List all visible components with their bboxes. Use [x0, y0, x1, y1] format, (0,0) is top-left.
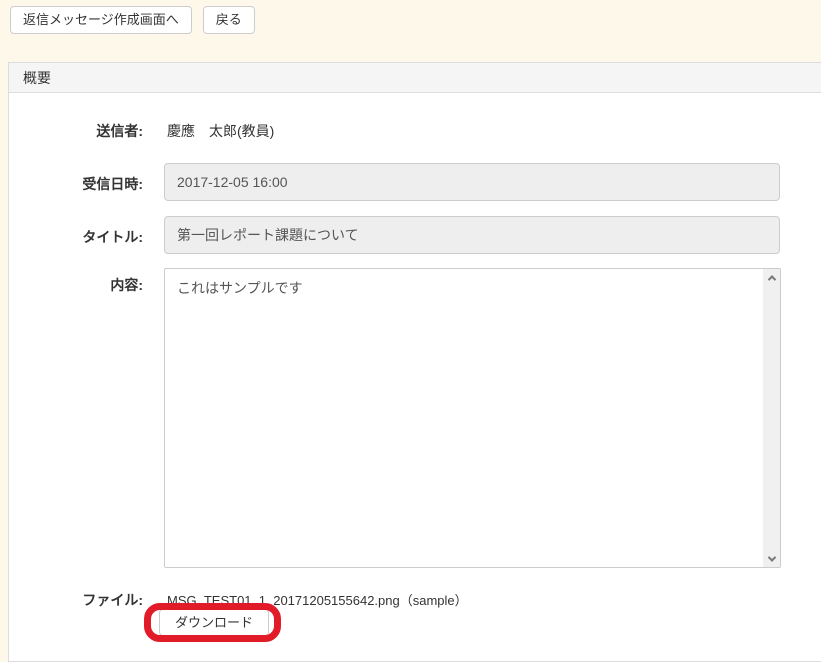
title-label: タイトル:: [11, 227, 143, 247]
scroll-up-icon[interactable]: [763, 269, 780, 286]
toolbar: 返信メッセージ作成画面へ 戻る: [10, 6, 255, 34]
panel-header: 概要: [9, 63, 821, 93]
content-text: これはサンプルです: [177, 278, 756, 298]
title-field[interactable]: [164, 216, 780, 254]
content-textarea[interactable]: これはサンプルです: [164, 268, 781, 568]
reply-message-button[interactable]: 返信メッセージ作成画面へ: [10, 6, 192, 34]
back-button[interactable]: 戻る: [203, 6, 255, 34]
panel-title: 概要: [23, 70, 51, 86]
textarea-scrollbar[interactable]: [763, 269, 780, 567]
received-datetime-label: 受信日時:: [11, 174, 143, 194]
download-button[interactable]: ダウンロード: [159, 609, 269, 636]
summary-panel: 概要 送信者: 慶應 太郎(教員) 受信日時: タイトル: 内容: これはサンプ…: [8, 62, 821, 662]
scroll-down-icon[interactable]: [763, 550, 780, 567]
file-label: ファイル:: [11, 590, 143, 610]
attachment-file-name: MSG_TEST01_1_20171205155642.png（sample）: [167, 590, 468, 609]
sender-label: 送信者:: [11, 121, 143, 141]
sender-value: 慶應 太郎(教員): [167, 121, 274, 141]
content-label: 内容:: [11, 275, 143, 295]
received-datetime-field[interactable]: [164, 163, 780, 201]
